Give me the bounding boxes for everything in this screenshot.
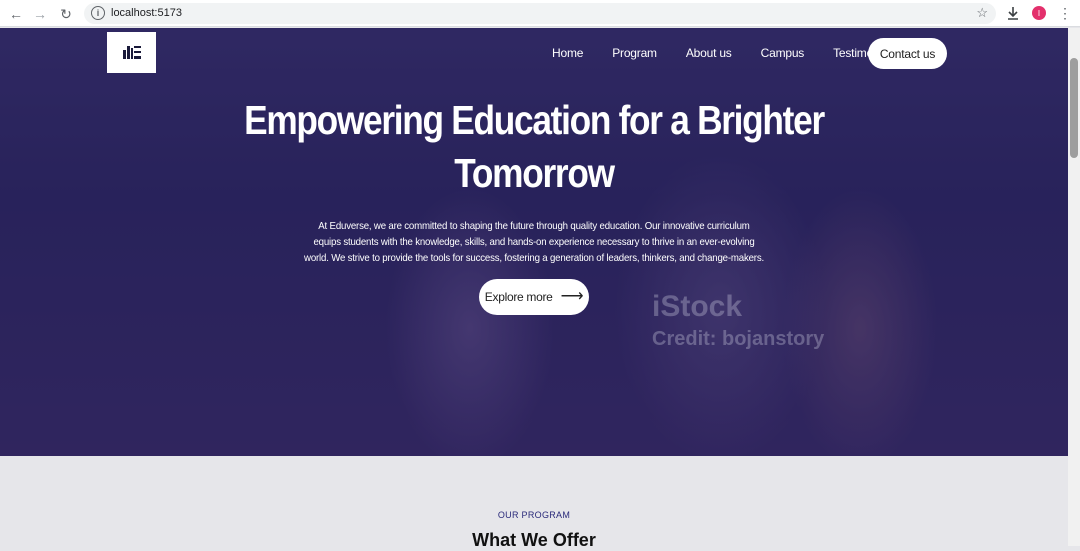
page-scrollbar[interactable] (1068, 28, 1080, 546)
hero-title: Empowering Education for a Brighter Tomo… (75, 94, 993, 200)
bookmark-star-icon[interactable]: ☆ (976, 5, 988, 21)
site-logo[interactable] (107, 32, 156, 73)
nav-campus[interactable]: Campus (761, 46, 805, 60)
explore-more-button[interactable]: Explore more ⟶ (479, 279, 589, 315)
hero-description: At Eduverse, we are committed to shaping… (304, 220, 764, 264)
nav-home[interactable]: Home (552, 46, 583, 60)
reload-icon[interactable]: ↻ (56, 4, 76, 24)
nav-about-us[interactable]: About us (686, 46, 732, 60)
explore-more-label: Explore more (484, 290, 553, 304)
nav-program[interactable]: Program (612, 46, 657, 60)
watermark-credit: Credit: bojanstory (652, 328, 825, 350)
logo-icon (122, 46, 141, 59)
forward-arrow-icon[interactable]: → (30, 4, 50, 24)
address-bar[interactable]: i localhost:5173 ☆ (84, 3, 996, 24)
hero-title-line1: Empowering Education for a Brighter (244, 97, 825, 143)
site-info-icon[interactable]: i (91, 6, 105, 20)
profile-avatar[interactable]: I (1032, 6, 1046, 20)
program-subtitle: OUR PROGRAM (497, 510, 571, 520)
watermark-brand: iStock (652, 290, 743, 323)
stock-watermark: iStock Credit: bojanstory (652, 290, 824, 351)
program-title: What We Offer (472, 530, 596, 550)
arrow-right-icon: ⟶ (560, 288, 584, 305)
contact-us-button[interactable]: Contact us (868, 38, 947, 69)
scrollbar-thumb[interactable] (1070, 58, 1078, 158)
back-arrow-icon[interactable]: ← (6, 4, 26, 24)
more-menu-icon[interactable]: ⋮ (1058, 5, 1072, 21)
browser-toolbar: ← → ↻ i localhost:5173 ☆ I ⋮ (0, 0, 1080, 27)
hero-section: iStock Credit: bojanstory Home Program A… (0, 28, 1068, 456)
download-icon[interactable] (1005, 5, 1021, 21)
url-text[interactable]: localhost:5173 (111, 7, 182, 19)
hero-title-line2: Tomorrow (454, 150, 615, 196)
program-section: OUR PROGRAM What We Offer (0, 456, 1068, 550)
